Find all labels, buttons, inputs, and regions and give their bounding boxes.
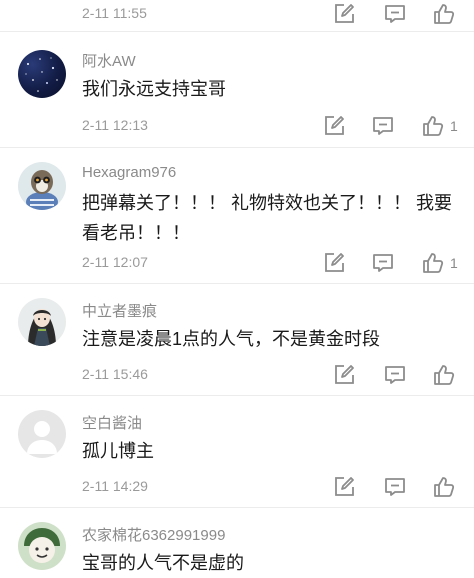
like-button[interactable] (421, 251, 445, 275)
comment-time: 2-11 14:29 (82, 478, 148, 494)
like-button[interactable] (432, 475, 456, 499)
default-user-icon (27, 421, 57, 454)
avatar[interactable] (18, 410, 66, 458)
comment-item: 阿水AW 我们永远支持宝哥 2-11 12:13 1 (0, 32, 474, 148)
reply-button[interactable] (383, 2, 407, 26)
comment-item: 中立者墨痕 注意是凌晨1点的人气，不是黄金时段 2-11 15:46 (0, 284, 474, 396)
comment-reply-icon (385, 478, 405, 496)
like-button[interactable] (421, 114, 445, 138)
comment-time: 2-11 15:46 (82, 366, 148, 382)
edit-icon (325, 116, 344, 135)
comment-text: 孤儿博主 (82, 441, 154, 461)
username[interactable]: 农家棉花6362991999 (82, 524, 225, 545)
comment-meta: 2-11 11:55 (82, 2, 474, 26)
anime-girl-avatar-image (28, 309, 56, 346)
like-count: 1 (450, 118, 458, 134)
comment-item: 农家棉花6362991999 宝哥的人气不是虚的 (0, 508, 474, 578)
like-count: 1 (450, 255, 458, 271)
avatar[interactable] (18, 298, 66, 346)
edit-button[interactable] (332, 475, 356, 499)
comment-meta: 2-11 12:07 1 (82, 251, 474, 275)
thumbs-up-icon (434, 477, 455, 497)
edit-icon (335, 365, 354, 384)
reply-button[interactable] (371, 114, 395, 138)
comment-text: 注意是凌晨1点的人气，不是黄金时段 (82, 329, 381, 349)
edit-button[interactable] (322, 114, 346, 138)
comment-text: 我们永远支持宝哥 (82, 79, 226, 99)
comment-item: 2-11 11:55 (0, 0, 474, 32)
comment-reply-icon (385, 5, 405, 23)
comment-meta: 2-11 12:13 1 (82, 114, 474, 138)
like-button[interactable] (432, 2, 456, 26)
cartoon-avatar-image (24, 528, 60, 563)
thumbs-up-icon (423, 253, 444, 273)
username[interactable]: 阿水AW (82, 50, 136, 71)
comment-reply-icon (373, 117, 393, 135)
comment-reply-icon (373, 254, 393, 272)
reply-button[interactable] (383, 363, 407, 387)
username[interactable]: 中立者墨痕 (82, 300, 157, 321)
comment-time: 2-11 12:13 (82, 117, 148, 133)
avatar[interactable] (18, 50, 66, 98)
edit-icon (325, 253, 344, 272)
thumbs-up-icon (434, 4, 455, 24)
comment-item: 空白酱油 孤儿博主 2-11 14:29 (0, 396, 474, 508)
edit-button[interactable] (322, 251, 346, 275)
comment-meta: 2-11 14:29 (82, 475, 474, 499)
lemur-avatar-image (26, 170, 58, 210)
avatar[interactable] (18, 162, 66, 210)
reply-button[interactable] (371, 251, 395, 275)
comment-item: Hexagram976 把弹幕关了！！！ 礼物特效也关了！！！ 我要看老吊！！！… (0, 148, 474, 284)
username[interactable]: Hexagram976 (82, 164, 176, 181)
comment-text: 把弹幕关了！！！ 礼物特效也关了！！！ 我要看老吊！！！ (82, 193, 452, 243)
comment-text: 宝哥的人气不是虚的 (82, 553, 244, 573)
starry-sky-avatar-image (25, 57, 58, 92)
avatar[interactable] (18, 522, 66, 570)
edit-button[interactable] (332, 363, 356, 387)
comment-time: 2-11 12:07 (82, 254, 148, 270)
edit-button[interactable] (332, 2, 356, 26)
comment-reply-icon (385, 366, 405, 384)
edit-icon (335, 477, 354, 496)
thumbs-up-icon (434, 365, 455, 385)
edit-icon (335, 4, 354, 23)
username[interactable]: 空白酱油 (82, 412, 142, 433)
like-button[interactable] (432, 363, 456, 387)
comment-meta: 2-11 15:46 (82, 363, 474, 387)
thumbs-up-icon (423, 116, 444, 136)
reply-button[interactable] (383, 475, 407, 499)
comment-time: 2-11 11:55 (82, 5, 147, 21)
